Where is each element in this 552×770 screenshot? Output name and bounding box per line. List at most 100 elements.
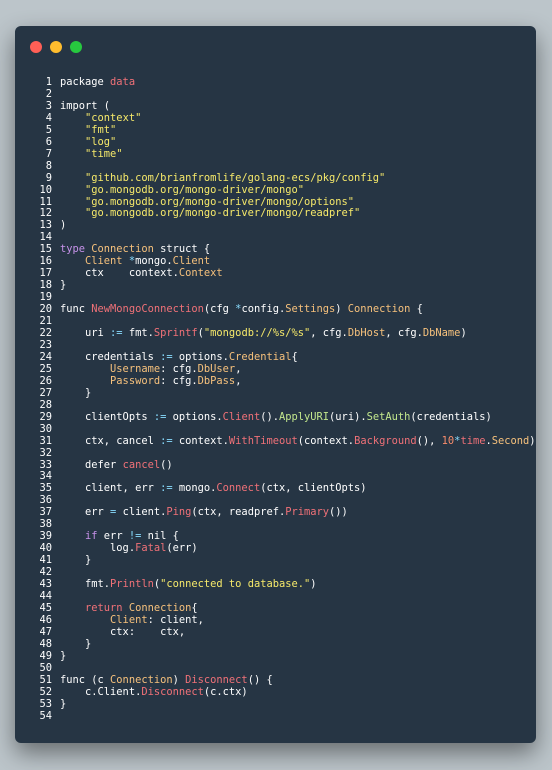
code-token: context. xyxy=(172,434,229,447)
code-token: () xyxy=(160,458,173,471)
code-token: Println xyxy=(110,578,154,591)
minimize-dot-icon[interactable] xyxy=(50,41,62,53)
code-text: } xyxy=(60,387,91,400)
code-text: clientOpts := options.Client().ApplyURI(… xyxy=(60,410,492,424)
code-line: 35 client, err := mongo.Connect(ctx, cli… xyxy=(15,482,536,495)
code-line: 33 defer cancel() xyxy=(15,458,536,472)
code-token: "mongodb://%s/%s" xyxy=(203,327,311,340)
code-token: Primary xyxy=(285,506,330,519)
code-token: } xyxy=(60,637,92,650)
code-token: fmt. xyxy=(122,327,154,340)
code-token: ) xyxy=(335,303,348,316)
code-token: } xyxy=(60,649,67,662)
code-token: ctx: ctx, xyxy=(60,625,186,638)
code-line: 26 Password: cfg.DbPass, xyxy=(15,374,536,388)
code-token: Client xyxy=(110,613,148,626)
code-text: "time" xyxy=(60,147,123,161)
code-text: fmt.Println("connected to database.") xyxy=(60,578,317,591)
code-token: mongo. xyxy=(172,482,217,495)
code-token: () { xyxy=(247,673,273,686)
close-dot-icon[interactable] xyxy=(30,41,42,53)
code-line: 37 err = client.Ping(ctx, readpref.Prima… xyxy=(15,506,536,519)
code-line: 54 xyxy=(15,710,536,723)
code-token: Connect xyxy=(216,482,261,495)
code-token: mongo. xyxy=(135,255,173,268)
code-token: client. xyxy=(116,506,167,519)
code-text: "go.mongodb.org/mongo-driver/mongo/readp… xyxy=(60,208,360,220)
line-number: 5 xyxy=(45,123,52,136)
line-number: 52 xyxy=(39,685,52,698)
code-token: Disconnect xyxy=(141,685,204,698)
code-token: options. xyxy=(166,410,223,423)
code-token: WithTimeout xyxy=(228,434,298,447)
code-token: := xyxy=(160,434,173,447)
line-number: 31 xyxy=(39,434,52,447)
code-token: := xyxy=(110,327,123,340)
code-token: (context. xyxy=(297,434,355,447)
code-token: if xyxy=(85,530,98,543)
code-text: ) xyxy=(60,219,66,232)
code-line: 40 log.Fatal(err) xyxy=(15,542,536,555)
code-token: } xyxy=(60,279,67,292)
maximize-dot-icon[interactable] xyxy=(70,41,82,53)
code-token: c.Client. xyxy=(60,685,142,698)
code-token: { xyxy=(410,303,423,316)
code-token: nil { xyxy=(141,530,179,543)
code-token: "go.mongodb.org/mongo-driver/mongo/readp… xyxy=(85,207,361,220)
code-token: import ( xyxy=(60,99,111,112)
line-number: 49 xyxy=(39,649,52,662)
code-token: ) xyxy=(310,578,317,591)
code-text: client, err := mongo.Connect(ctx, client… xyxy=(60,482,367,495)
code-token: NewMongoConnection xyxy=(91,303,204,316)
code-text: c.Client.Disconnect(c.ctx) xyxy=(60,685,248,699)
code-text: defer cancel() xyxy=(60,458,173,472)
code-token: Background xyxy=(354,434,417,447)
code-token: (ctx, clientOpts) xyxy=(260,482,367,495)
code-token: func (c xyxy=(60,673,111,686)
code-token: data xyxy=(110,76,136,88)
code-token: return xyxy=(85,601,123,614)
code-text: ctx, cancel := context.WithTimeout(conte… xyxy=(60,434,536,448)
code-token: (c.ctx) xyxy=(203,685,248,698)
code-token: package xyxy=(60,76,111,88)
code-token: ) xyxy=(460,327,467,340)
code-text: func NewMongoConnection(cfg *config.Sett… xyxy=(60,303,423,316)
line-number: 53 xyxy=(39,697,52,710)
code-line: 1 package data xyxy=(15,76,536,89)
line-number: 27 xyxy=(39,386,52,399)
code-line: 48 } xyxy=(15,637,536,651)
code-text: uri := fmt.Sprintf("mongodb://%s/%s", cf… xyxy=(60,327,467,340)
code-token: ()) xyxy=(329,506,348,519)
code-line: 29 clientOpts := options.Client().ApplyU… xyxy=(15,410,536,424)
code-token: } xyxy=(60,554,92,567)
code-token: time xyxy=(460,434,486,447)
code-line: 17 ctx context.Context xyxy=(15,267,536,280)
code-token: Password xyxy=(110,374,161,387)
code-token: Settings xyxy=(285,303,336,316)
line-number: 48 xyxy=(39,637,52,650)
code-token: "time" xyxy=(85,147,123,160)
code-token: (cfg xyxy=(203,303,236,316)
line-number: 6 xyxy=(45,135,52,148)
code-token: err xyxy=(97,530,129,543)
code-token: DbName xyxy=(422,327,461,340)
line-number: 28 xyxy=(39,398,52,411)
code-token: ctx context. xyxy=(60,267,179,280)
code-token: Disconnect xyxy=(185,673,248,686)
code-token: log. xyxy=(60,542,136,555)
code-token: type xyxy=(60,243,92,256)
code-token: Connection xyxy=(128,601,192,614)
code-line: 43 fmt.Println("connected to database.") xyxy=(15,578,536,591)
code-token: "go.mongodb.org/mongo-driver/mongo" xyxy=(85,183,304,196)
code-token: { xyxy=(291,350,298,363)
code-token: Connection xyxy=(110,673,173,686)
code-text: package data xyxy=(60,76,136,89)
